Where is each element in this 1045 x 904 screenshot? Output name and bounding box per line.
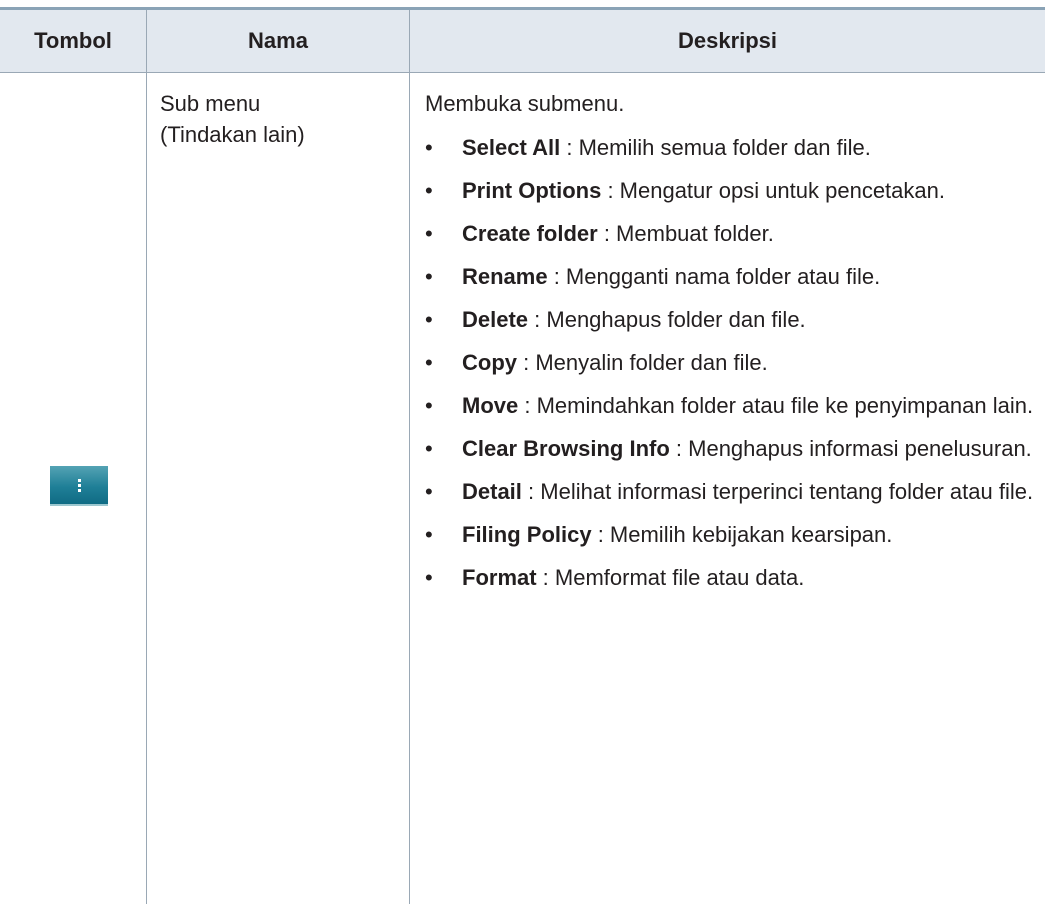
list-item: • Move : Memindahkan folder atau file ke … [425,390,1040,421]
button-description-table: Tombol Nama Deskripsi Sub menu (Tindakan… [0,0,1045,904]
item-description: : Memformat file atau data. [536,565,805,590]
bullet-icon: • [425,393,433,418]
name-line-2: (Tindakan lain) [160,122,305,147]
column-divider-1 [146,10,147,904]
more-vertical-icon [50,466,108,506]
list-item: • Delete : Menghapus folder dan file. [425,304,1040,335]
item-term: Create folder [462,221,598,246]
item-term: Filing Policy [462,522,592,547]
description-intro: Membuka submenu. [425,91,625,116]
item-term: Clear Browsing Info [462,436,670,461]
bullet-icon: • [425,350,433,375]
bullet-icon: • [425,436,433,461]
item-description: : Membuat folder. [597,221,774,246]
column-divider-2 [409,10,410,904]
item-description: : Mengatur opsi untuk pencetakan. [601,178,945,203]
header-divider [0,72,1045,73]
item-term: Delete [462,307,529,332]
name-line-1: Sub menu [160,91,261,116]
bullet-icon: • [425,178,433,203]
bullet-icon: • [425,221,433,246]
bullet-icon: • [425,522,433,547]
submenu-list: • Select All : Memilih semua folder dan f… [425,132,1040,593]
icon-dot [78,479,81,482]
list-item: • Detail : Melihat informasi terperinci t… [425,476,1040,507]
item-description: : Mengganti nama folder atau file. [547,264,881,289]
bullet-icon: • [425,479,433,504]
list-item: • Select All : Memilih semua folder dan f… [425,132,1040,163]
table-header-row: Tombol Nama Deskripsi [0,10,1045,72]
list-item: • Create folder : Membuat folder. [425,218,1040,249]
bullet-icon: • [425,264,433,289]
list-item: • Rename : Mengganti nama folder atau fil… [425,261,1040,292]
header-tombol: Tombol [34,28,112,53]
icon-dot [78,484,81,487]
list-item: • Filing Policy : Memilih kebijakan kears… [425,519,1040,550]
item-term: Rename [462,264,548,289]
list-item: • Format : Memformat file atau data. [425,562,1040,593]
item-description: : Menyalin folder dan file. [517,350,768,375]
item-description: : Menghapus folder dan file. [528,307,806,332]
item-term: Detail [462,479,522,504]
item-term: Print Options [462,178,602,203]
item-description: : Memilih kebijakan kearsipan. [591,522,893,547]
item-term: Format [462,565,537,590]
icon-dot [78,489,81,492]
row-description-cell: Membuka submenu. • Select All : Memilih s… [425,88,1040,605]
item-term: Move [462,393,519,418]
list-item: • Print Options : Mengatur opsi untuk pen… [425,175,1040,206]
item-description: : Menghapus informasi penelusuran. [669,436,1032,461]
bullet-icon: • [425,135,433,160]
item-description: : Melihat informasi terperinci tentang f… [521,479,1034,504]
bullet-icon: • [425,565,433,590]
list-item: • Clear Browsing Info : Menghapus informa… [425,433,1040,464]
item-description: : Memindahkan folder atau file ke penyim… [518,393,1034,418]
item-term: Copy [462,350,517,375]
header-nama: Nama [248,28,308,53]
bullet-icon: • [425,307,433,332]
list-item: • Copy : Menyalin folder dan file. [425,347,1040,378]
row-name-cell: Sub menu (Tindakan lain) [160,88,400,150]
item-description: : Memilih semua folder dan file. [560,135,871,160]
header-deskripsi: Deskripsi [677,28,778,53]
item-term: Select All [462,135,561,160]
